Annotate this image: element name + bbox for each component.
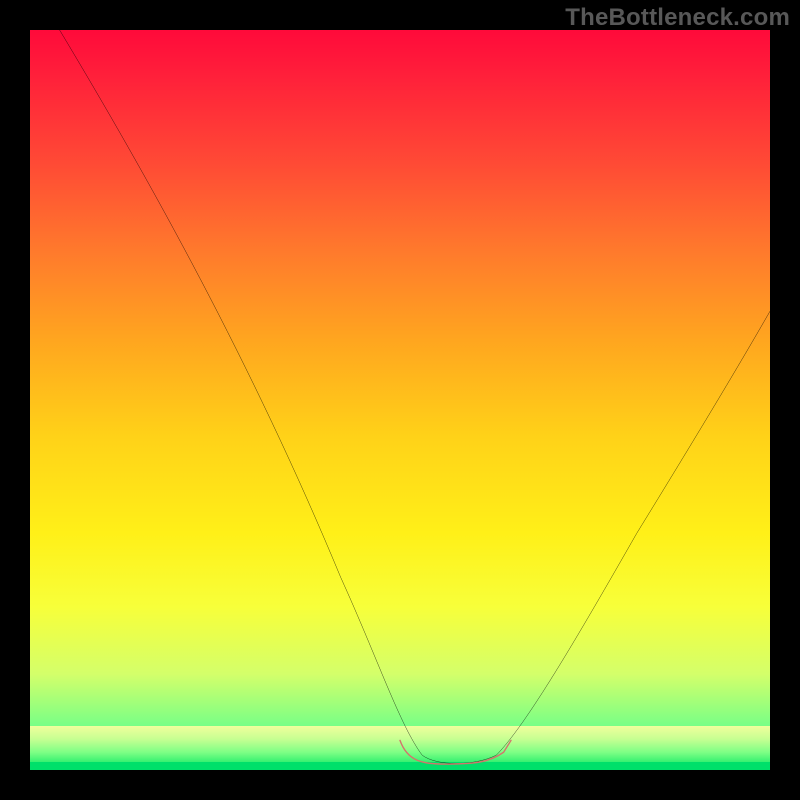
watermark-text: TheBottleneck.com — [565, 4, 790, 32]
chart-stage: TheBottleneck.com — [0, 0, 800, 800]
plot-area — [30, 30, 770, 770]
bottleneck-curve — [60, 30, 770, 764]
optimal-range-mark — [400, 740, 511, 764]
curve-layer — [30, 30, 770, 770]
